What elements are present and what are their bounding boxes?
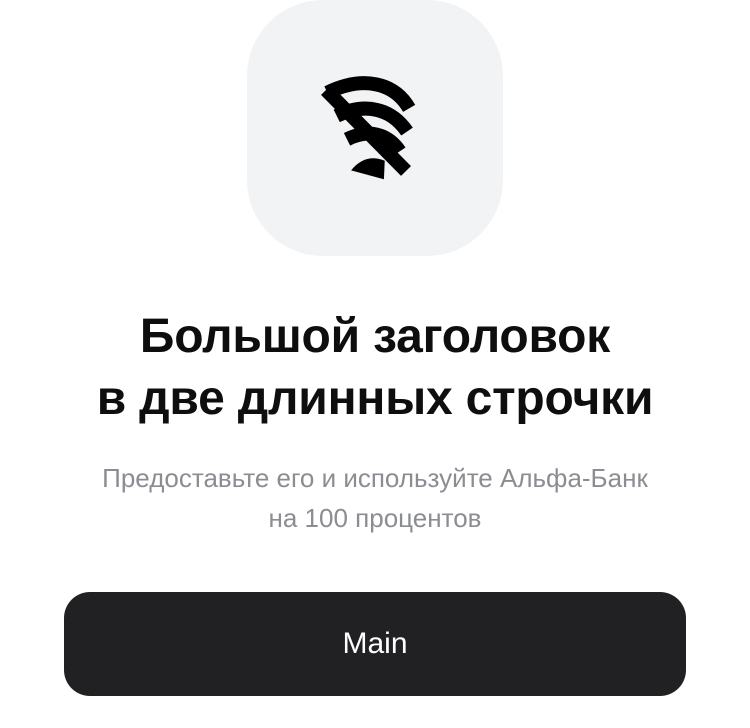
- error-screen: Большой заголовок в две длинных строчки …: [0, 0, 750, 728]
- subtitle-line-1: Предоставьте его и используйте Альфа-Бан…: [102, 463, 648, 493]
- title-line-1: Большой заголовок: [139, 310, 611, 363]
- main-button[interactable]: Main: [64, 592, 686, 696]
- title-line-2: в две длинных строчки: [96, 372, 654, 425]
- page-title: Большой заголовок в две длинных строчки: [0, 306, 750, 430]
- subtitle-line-2: на 100 процентов: [268, 503, 482, 533]
- page-subtitle: Предоставьте его и используйте Альфа-Бан…: [0, 458, 750, 538]
- wifi-off-icon: [321, 76, 416, 180]
- icon-tile: [247, 0, 503, 256]
